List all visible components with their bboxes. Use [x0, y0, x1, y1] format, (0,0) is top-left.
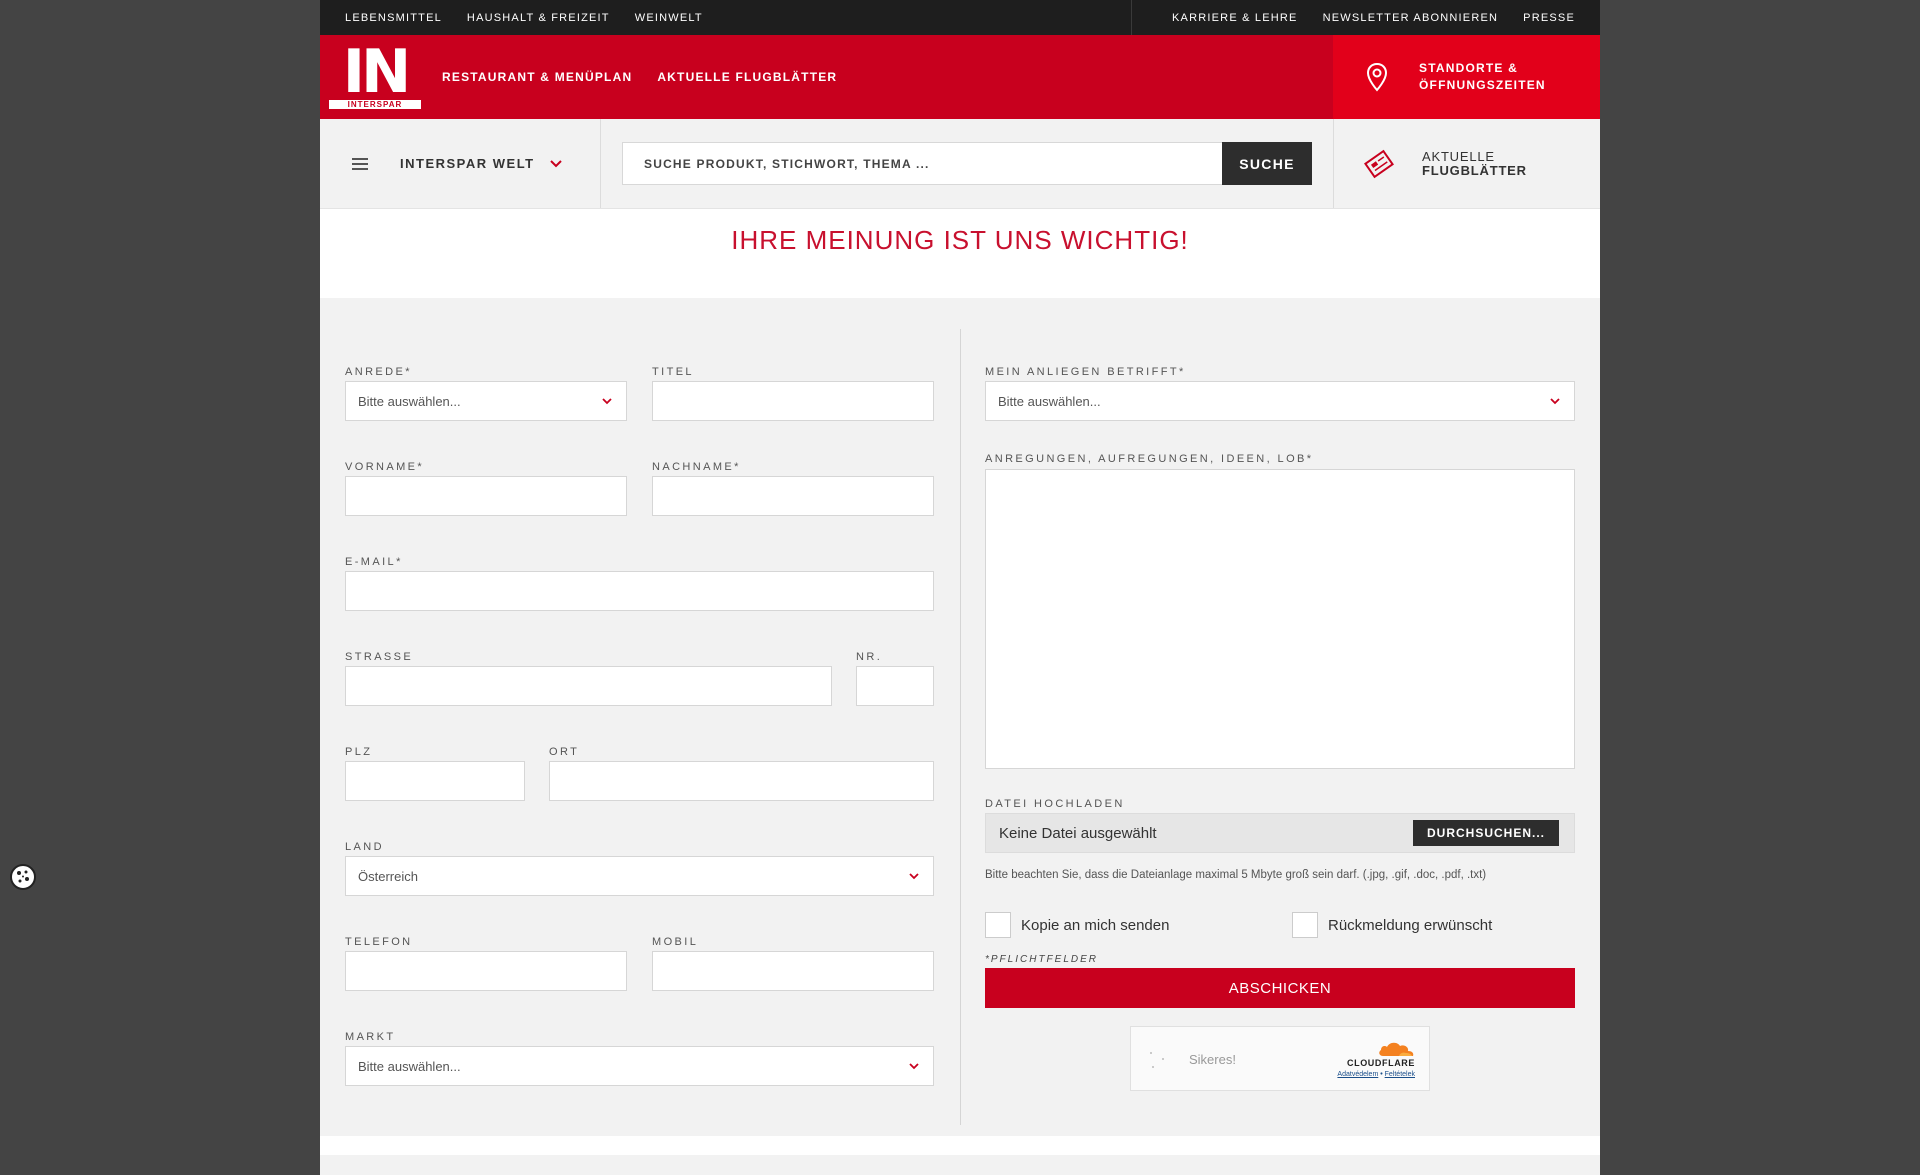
- nr-label: NR.: [856, 651, 883, 663]
- captcha-provider: CLOUDFLARE: [1347, 1058, 1415, 1068]
- captcha-status: Sikeres!: [1189, 1052, 1236, 1067]
- anrede-select[interactable]: Bitte auswählen...: [345, 381, 627, 421]
- land-select[interactable]: Österreich: [345, 856, 934, 896]
- top-right-links: KARRIERE & LEHRE NEWSLETTER ABONNIEREN P…: [1131, 0, 1600, 35]
- title-section: IHRE MEINUNG IST UNS WICHTIG!: [320, 209, 1600, 298]
- link-newsletter[interactable]: NEWSLETTER ABONNIEREN: [1323, 12, 1499, 24]
- top-utility-bar: LEBENSMITTEL HAUSHALT & FREIZEIT WEINWEL…: [320, 0, 1600, 35]
- anrede-label: ANREDE*: [345, 366, 412, 378]
- titel-label: TITEL: [652, 366, 694, 378]
- plz-input[interactable]: [345, 761, 525, 801]
- flyer-icon: [1364, 149, 1394, 178]
- main-header: IN INTERSPAR RESTAURANT & MENÜPLAN AKTUE…: [320, 35, 1600, 119]
- vorname-label: VORNAME*: [345, 461, 425, 473]
- pflichtfelder-note: *PFLICHTFELDER: [985, 954, 1099, 965]
- link-presse[interactable]: PRESSE: [1523, 12, 1575, 24]
- cloudflare-logo-icon: [1379, 1042, 1414, 1056]
- terms-link[interactable]: Feltételek: [1385, 1071, 1415, 1078]
- nr-input[interactable]: [856, 666, 934, 706]
- ort-input[interactable]: [549, 761, 934, 801]
- plz-label: PLZ: [345, 746, 373, 758]
- search-row: INTERSPAR WELT SUCHE PRODUKT, STICHWORT,…: [320, 119, 1600, 209]
- flyer-label: AKTUELLE FLUGBLÄTTER: [1422, 148, 1527, 178]
- logo-brand: INTERSPAR: [329, 100, 421, 109]
- browse-button[interactable]: DURCHSUCHEN...: [1413, 820, 1559, 846]
- submit-button[interactable]: ABSCHICKEN: [985, 968, 1575, 1008]
- strasse-label: STRASSE: [345, 651, 414, 663]
- logo-mark: IN: [342, 37, 412, 107]
- markt-value: Bitte auswählen...: [358, 1058, 461, 1074]
- stores-label: STANDORTE & ÖFFNUNGSZEITEN: [1419, 61, 1546, 92]
- anliegen-value: Bitte auswählen...: [998, 393, 1101, 409]
- nachname-label: NACHNAME*: [652, 461, 741, 473]
- mobil-label: MOBIL: [652, 936, 699, 948]
- captcha-links: Adatvédelem • Feltételek: [1337, 1071, 1415, 1078]
- land-value: Österreich: [358, 868, 418, 884]
- anregungen-label: ANREGUNGEN, AUFREGUNGEN, IDEEN, LOB*: [985, 453, 1314, 465]
- chevron-down-icon: [909, 873, 919, 880]
- file-upload[interactable]: Keine Datei ausgewählt DURCHSUCHEN...: [985, 813, 1575, 853]
- vorname-input[interactable]: [345, 476, 627, 516]
- stores-button[interactable]: STANDORTE & ÖFFNUNGSZEITEN: [1333, 35, 1600, 119]
- anliegen-select[interactable]: Bitte auswählen...: [985, 381, 1575, 421]
- top-left-links: LEBENSMITTEL HAUSHALT & FREIZEIT WEINWEL…: [345, 12, 703, 24]
- welt-label: INTERSPAR WELT: [400, 156, 535, 171]
- kopie-checkbox[interactable]: Kopie an mich senden: [985, 912, 1169, 938]
- upload-label: DATEI HOCHLADEN: [985, 798, 1125, 810]
- footer-strip: [320, 1136, 1600, 1155]
- spinner-icon: [1150, 1052, 1164, 1068]
- upload-note: Bitte beachten Sie, dass die Dateianlage…: [985, 869, 1487, 881]
- telefon-input[interactable]: [345, 951, 627, 991]
- feedback-form: ANREDE* Bitte auswählen... TITEL VORNAME…: [320, 298, 1600, 1155]
- column-divider: [960, 329, 961, 1125]
- flyer-link[interactable]: AKTUELLE FLUGBLÄTTER: [1334, 119, 1600, 208]
- cloudflare-captcha[interactable]: Sikeres! CLOUDFLARE Adatvédelem • Feltét…: [1130, 1026, 1430, 1091]
- location-pin-icon: [1366, 62, 1388, 92]
- anregungen-textarea[interactable]: [985, 469, 1575, 769]
- main-nav: RESTAURANT & MENÜPLAN AKTUELLE FLUGBLÄTT…: [430, 35, 1333, 119]
- link-weinwelt[interactable]: WEINWELT: [635, 12, 703, 24]
- email-input[interactable]: [345, 571, 934, 611]
- privacy-link[interactable]: Adatvédelem: [1337, 1071, 1378, 1078]
- kopie-label: Kopie an mich senden: [1021, 916, 1170, 934]
- markt-select[interactable]: Bitte auswählen...: [345, 1046, 934, 1086]
- upload-value: Keine Datei ausgewählt: [999, 824, 1157, 842]
- hamburger-icon: [352, 157, 368, 170]
- anliegen-label: MEIN ANLIEGEN BETRIFFT*: [985, 366, 1186, 378]
- nachname-input[interactable]: [652, 476, 934, 516]
- telefon-label: TELEFON: [345, 936, 413, 948]
- cookie-icon[interactable]: [9, 863, 37, 891]
- email-label: E-MAIL*: [345, 556, 403, 568]
- page-title: IHRE MEINUNG IST UNS WICHTIG!: [731, 225, 1189, 255]
- chevron-down-icon: [909, 1063, 919, 1070]
- chevron-down-icon: [549, 159, 562, 167]
- search-area: SUCHE PRODUKT, STICHWORT, THEMA ... SUCH…: [601, 119, 1334, 208]
- anrede-value: Bitte auswählen...: [358, 393, 461, 409]
- markt-label: MARKT: [345, 1031, 396, 1043]
- rueckmeldung-checkbox[interactable]: Rückmeldung erwünscht: [1292, 912, 1492, 938]
- link-lebensmittel[interactable]: LEBENSMITTEL: [345, 12, 442, 24]
- interspar-welt-menu[interactable]: INTERSPAR WELT: [320, 119, 601, 208]
- land-label: LAND: [345, 841, 384, 853]
- nav-aktuelle-flugblaetter[interactable]: AKTUELLE FLUGBLÄTTER: [657, 70, 837, 84]
- mobil-input[interactable]: [652, 951, 934, 991]
- strasse-input[interactable]: [345, 666, 832, 706]
- link-karriere[interactable]: KARRIERE & LEHRE: [1172, 12, 1298, 24]
- checkbox-box[interactable]: [1292, 912, 1318, 938]
- page: LEBENSMITTEL HAUSHALT & FREIZEIT WEINWEL…: [320, 0, 1600, 1175]
- ort-label: ORT: [549, 746, 580, 758]
- link-separator: •: [1380, 1071, 1383, 1078]
- search-input[interactable]: SUCHE PRODUKT, STICHWORT, THEMA ...: [622, 142, 1222, 185]
- interspar-logo[interactable]: IN INTERSPAR: [320, 35, 430, 119]
- chevron-down-icon: [1550, 398, 1560, 405]
- link-haushalt-freizeit[interactable]: HAUSHALT & FREIZEIT: [467, 12, 610, 24]
- titel-input[interactable]: [652, 381, 934, 421]
- rueckmeldung-label: Rückmeldung erwünscht: [1328, 916, 1493, 934]
- checkbox-box[interactable]: [985, 912, 1011, 938]
- nav-restaurant-menueplan[interactable]: RESTAURANT & MENÜPLAN: [442, 70, 632, 84]
- search-button[interactable]: SUCHE: [1222, 142, 1312, 185]
- chevron-down-icon: [602, 398, 612, 405]
